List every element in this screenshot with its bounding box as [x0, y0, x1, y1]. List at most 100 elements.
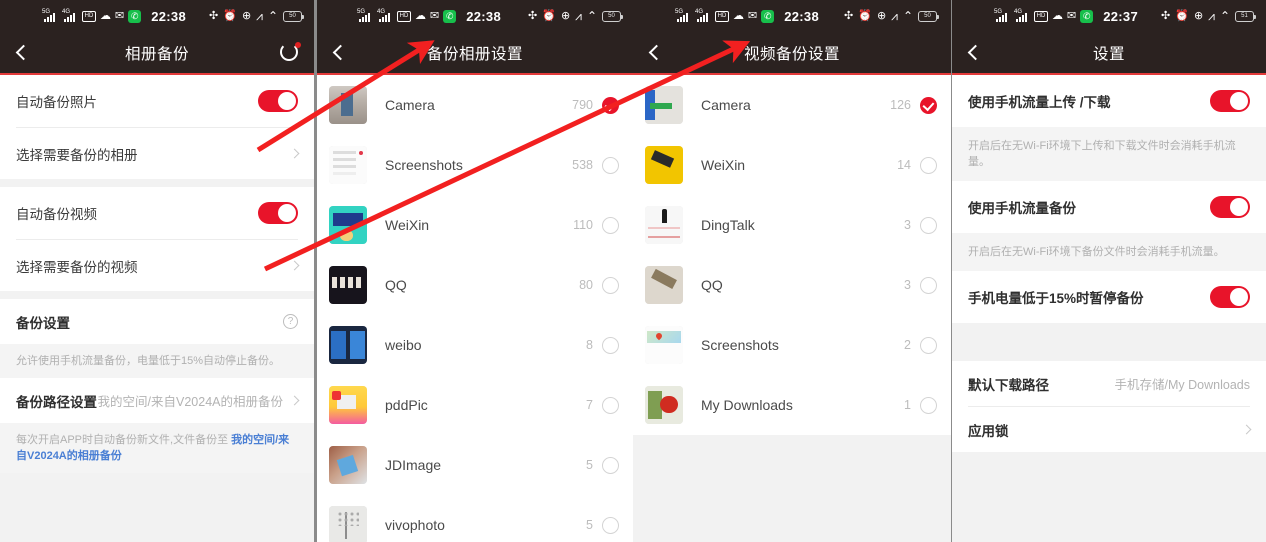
- 4g-signal-icon: 4G: [377, 9, 393, 22]
- alarm-icon: ⏰: [542, 9, 556, 22]
- back-button[interactable]: [633, 44, 679, 61]
- settings-list: 自动备份照片 选择需要备份的相册 自动备份视频 选择需要备份的视频 备份设置 ?: [0, 75, 314, 542]
- album-name: pddPic: [385, 397, 428, 413]
- mail-icon: ✉: [748, 9, 758, 22]
- row-auto-backup-videos[interactable]: 自动备份视频: [0, 187, 314, 239]
- row-select-videos[interactable]: 选择需要备份的视频: [0, 240, 314, 291]
- album-radio-selected[interactable]: [920, 96, 937, 114]
- refresh-button[interactable]: [280, 41, 301, 63]
- toggle-auto-backup-videos[interactable]: [258, 202, 298, 224]
- panel-video-backup-settings: 5G 4G HD ☁ ✉ ✆ 22:38 ✣ ⏰ ⊕ ⩘ ⌃ 50 视频备份设置: [633, 0, 951, 542]
- vibrate-icon: ⊕: [876, 9, 887, 22]
- list-item[interactable]: JDImage 5: [317, 435, 633, 495]
- album-radio[interactable]: [920, 156, 937, 174]
- toggle-knob: [1230, 92, 1248, 110]
- list-item[interactable]: QQ 3: [633, 255, 951, 315]
- row-use-mobile-data-transfer[interactable]: 使用手机流量上传 /下载: [952, 75, 1266, 127]
- refresh-badge: [295, 41, 301, 48]
- screenshot-canvas: 5G 4G HD ☁ ✉ ✆ 22:38 ✣ ⏰ ⊕ ⩘ ⌃ 50 相册备份 自…: [0, 0, 1266, 542]
- album-count: 7: [586, 398, 593, 412]
- album-radio[interactable]: [920, 396, 937, 414]
- list-item[interactable]: Camera 790: [317, 75, 633, 135]
- back-button[interactable]: [0, 44, 46, 61]
- list-item[interactable]: My Downloads 1: [633, 375, 951, 435]
- help-icon[interactable]: ?: [283, 314, 298, 329]
- row-pause-on-low-battery[interactable]: 手机电量低于15%时暂停备份: [952, 271, 1266, 323]
- album-radio[interactable]: [602, 276, 619, 294]
- row-backup-settings-header[interactable]: 备份设置 ?: [0, 299, 314, 344]
- list-item[interactable]: weibo 8: [317, 315, 633, 375]
- list-item[interactable]: Screenshots 538: [317, 135, 633, 195]
- toggle-pause-on-low-battery[interactable]: [1210, 286, 1250, 308]
- album-radio[interactable]: [602, 456, 619, 474]
- list-item[interactable]: DingTalk 3: [633, 195, 951, 255]
- 5g-signal-icon: 5G: [42, 9, 58, 22]
- toggle-mobile-data-transfer[interactable]: [1210, 90, 1250, 112]
- album-count: 8: [586, 338, 593, 352]
- row-app-lock[interactable]: 应用锁: [952, 407, 1266, 452]
- list-item[interactable]: Screenshots 2: [633, 315, 951, 375]
- status-bar: 5G 4G HD ☁ ✉ ✆ 22:38 ✣ ⏰ ⊕ ⩘ ⌃ 50: [0, 0, 314, 32]
- list-item[interactable]: WeiXin 14: [633, 135, 951, 195]
- album-name: WeiXin: [701, 157, 746, 173]
- album-thumbnail: [645, 386, 683, 424]
- toggle-knob: [278, 204, 296, 222]
- list-item[interactable]: vivophoto 5: [317, 495, 633, 542]
- album-name: My Downloads: [701, 397, 793, 413]
- battery-icon: 51: [1235, 10, 1256, 22]
- section-gap: [0, 291, 314, 299]
- album-thumbnail: [329, 146, 367, 184]
- back-button[interactable]: [952, 44, 998, 61]
- chevron-left-icon: [15, 44, 31, 61]
- list-item[interactable]: QQ 80: [317, 255, 633, 315]
- cloud-icon: ☁: [415, 9, 426, 22]
- row-use-mobile-data-backup[interactable]: 使用手机流量备份: [952, 181, 1266, 233]
- album-radio[interactable]: [920, 216, 937, 234]
- list-item[interactable]: WeiXin 110: [317, 195, 633, 255]
- album-radio-selected[interactable]: [602, 96, 619, 114]
- panel-album-backup: 5G 4G HD ☁ ✉ ✆ 22:38 ✣ ⏰ ⊕ ⩘ ⌃ 50 相册备份 自…: [0, 0, 314, 542]
- toggle-auto-backup-photos[interactable]: [258, 90, 298, 112]
- chevron-left-icon: [967, 44, 983, 61]
- album-radio[interactable]: [920, 276, 937, 294]
- row-label: 使用手机流量上传 /下载: [968, 95, 1111, 110]
- row-label: 选择需要备份的视频: [16, 259, 138, 275]
- row-auto-backup-photos[interactable]: 自动备份照片: [0, 75, 314, 127]
- list-item[interactable]: Camera 126: [633, 75, 951, 135]
- row-default-download-path[interactable]: 默认下载路径 手机存储/My Downloads: [952, 361, 1266, 406]
- album-thumbnail: [329, 206, 367, 244]
- album-radio[interactable]: [602, 336, 619, 354]
- row-select-albums[interactable]: 选择需要备份的相册: [0, 128, 314, 179]
- status-time: 22:38: [151, 8, 186, 24]
- album-radio[interactable]: [602, 216, 619, 234]
- vibrate-icon: ⊕: [1193, 9, 1204, 22]
- battery-icon: 50: [602, 10, 623, 22]
- album-thumbnail: [645, 146, 683, 184]
- album-radio[interactable]: [602, 516, 619, 534]
- row-label: 使用手机流量备份: [968, 201, 1076, 216]
- section-gap: [0, 179, 314, 187]
- album-count: 5: [586, 458, 593, 472]
- album-thumbnail: [329, 326, 367, 364]
- album-thumbnail: [329, 266, 367, 304]
- album-radio[interactable]: [602, 396, 619, 414]
- page-title: 相册备份: [124, 45, 189, 63]
- title-bar: 视频备份设置: [633, 32, 951, 75]
- row-value: 手机存储/My Downloads: [1114, 378, 1250, 392]
- page-title: 视频备份设置: [743, 45, 840, 63]
- list-filler: [0, 473, 314, 542]
- phone-icon: ✆: [761, 9, 775, 23]
- back-button[interactable]: [317, 44, 363, 61]
- status-time: 22:38: [466, 8, 501, 24]
- album-thumbnail: [329, 506, 367, 542]
- album-radio[interactable]: [920, 336, 937, 354]
- row-backup-path[interactable]: 备份路径设置 我的空间/来自V2024A的相册备份: [0, 378, 314, 423]
- album-name: Screenshots: [385, 157, 463, 173]
- list-item[interactable]: pddPic 7: [317, 375, 633, 435]
- album-radio[interactable]: [602, 156, 619, 174]
- toggle-mobile-data-backup[interactable]: [1210, 196, 1250, 218]
- album-count: 110: [573, 218, 593, 232]
- row-label: 备份设置: [16, 315, 70, 331]
- chevron-right-icon: [289, 395, 300, 406]
- album-count: 5: [586, 518, 593, 532]
